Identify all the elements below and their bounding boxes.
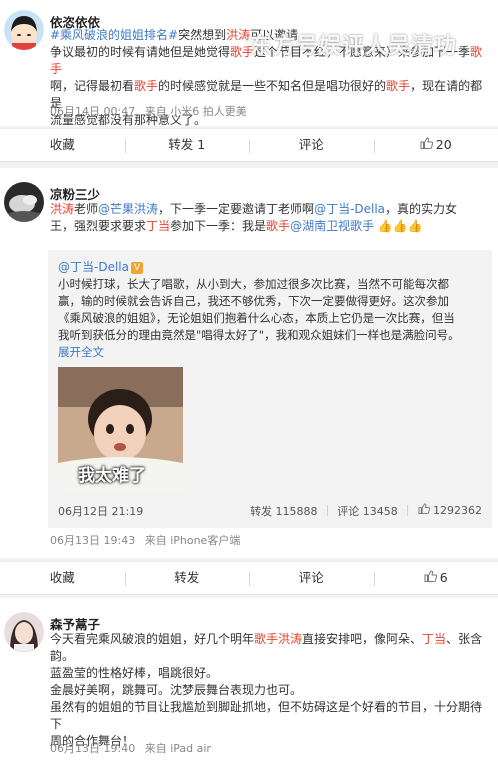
post-source: 来自 iPhone客户端 (144, 534, 241, 547)
action-bar-1: 收藏 转发 1 评论 20 (0, 128, 498, 162)
collect-button[interactable]: 收藏 (0, 129, 125, 161)
quoted-author[interactable]: @丁当-Della (58, 260, 129, 274)
post-date[interactable]: 06月14日 00:47 (50, 105, 135, 118)
weibo-comment-feed: 依恣依依 #乘风破浪的姐姐排名#突然想到洪涛可以邀请 争议最初的时候有请她但是她… (0, 0, 498, 769)
thumbs-up-icon (424, 562, 437, 594)
hashtag-link[interactable]: #乘风破浪的姐姐排名# (50, 28, 178, 42)
like-button[interactable]: 6 (373, 562, 498, 594)
quoted-date[interactable]: 06月12日 21:19 (58, 503, 143, 519)
forward-button[interactable]: 转发 (124, 562, 250, 594)
post-meta: 06月13日 19:40 来自 iPad air (50, 740, 211, 756)
clapping-hands-icon: 👍👍👍 (377, 219, 423, 233)
comment-text: 今天看完乘风破浪的姐姐，好几个明年歌手洪涛直接安排吧，像阿朵、丁当、张含 韵。 … (50, 632, 483, 748)
avatar[interactable] (4, 182, 44, 222)
quoted-post[interactable]: @丁当-Della V 小时候打球，长大了唱歌，从小到大，参加过很多次比赛，当然不… (48, 250, 492, 528)
mention-link[interactable]: @湖南卫视歌手 (290, 219, 374, 233)
verified-badge-icon: V (130, 262, 143, 274)
quoted-like-count: 1292362 (433, 504, 482, 517)
like-button[interactable]: 20 (373, 129, 498, 161)
mention-link[interactable]: @芒果洪涛 (98, 202, 158, 216)
quoted-stats: 转发 115888 | 评论 13458 | 1292362 (250, 503, 482, 519)
post-meta: 06月14日 00:47 来自 小米6 拍人更美 (50, 103, 247, 119)
quoted-image[interactable]: 我太难了 (58, 367, 183, 492)
comment-post-1: 依恣依依 #乘风破浪的姐姐排名#突然想到洪涛可以邀请 争议最初的时候有请她但是她… (0, 0, 498, 127)
comment-button[interactable]: 评论 (249, 129, 374, 161)
quoted-forward-count[interactable]: 转发 115888 (250, 503, 318, 519)
avatar[interactable] (4, 10, 44, 50)
expand-full-text-link[interactable]: 展开全文 (58, 344, 484, 361)
mention-link[interactable]: @丁当-Della (314, 202, 385, 216)
collect-button[interactable]: 收藏 (0, 562, 125, 594)
quoted-like[interactable]: 1292362 (418, 503, 482, 519)
post-source: 来自 小米6 拍人更美 (144, 105, 247, 118)
image-caption: 我太难了 (78, 466, 146, 486)
thumbs-up-icon (420, 129, 433, 161)
comment-button[interactable]: 评论 (249, 562, 374, 594)
comment-text: 洪涛老师@芒果洪涛，下一季一定要邀请丁老师啊@丁当-Della，真的实力女 王，… (50, 202, 458, 233)
post-date[interactable]: 06月13日 19:43 (50, 534, 135, 547)
comment-post-2: 凉粉三少 洪涛老师@芒果洪涛，下一季一定要邀请丁老师啊@丁当-Della，真的实… (0, 168, 498, 558)
quoted-comment-count[interactable]: 评论 13458 (337, 503, 398, 519)
post-source: 来自 iPad air (144, 742, 211, 755)
like-count: 6 (439, 570, 448, 585)
post-date[interactable]: 06月13日 19:40 (50, 742, 135, 755)
post-meta: 06月13日 19:43 来自 iPhone客户端 (50, 532, 240, 548)
quoted-text: 小时候打球，长大了唱歌，从小到大，参加过很多次比赛，当然不可能每次都 赢，输的时… (58, 276, 484, 361)
comment-post-3: 森予蒚子 今天看完乘风破浪的姐姐，好几个明年歌手洪涛直接安排吧，像阿朵、丁当、张… (0, 598, 498, 769)
action-bar-2: 收藏 转发 评论 6 (0, 561, 498, 595)
avatar[interactable] (4, 612, 44, 652)
like-count: 20 (435, 137, 452, 152)
forward-button[interactable]: 转发 1 (124, 129, 250, 161)
thumbs-up-icon (418, 503, 430, 517)
watermark: 东方号娱评人吴清功 (250, 34, 458, 59)
